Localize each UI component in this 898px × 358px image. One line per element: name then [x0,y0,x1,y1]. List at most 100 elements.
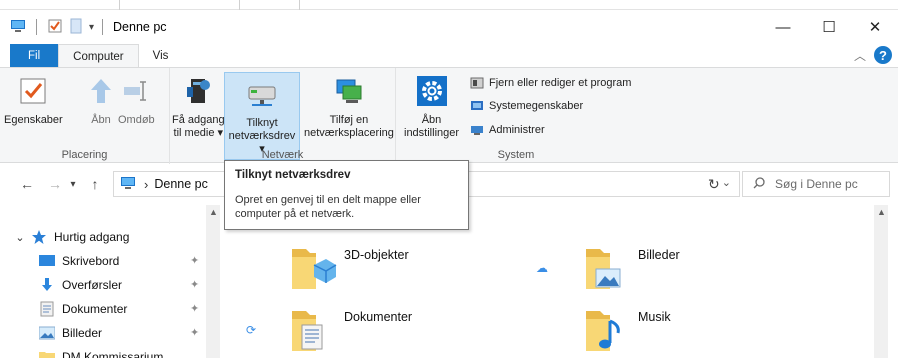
pin-icon[interactable]: ✦ [190,302,199,315]
qat-separator [36,19,37,35]
pictures-icon [38,325,56,341]
open-label: Åbn [91,114,111,126]
breadcrumb-separator-icon[interactable]: › [144,177,148,192]
open-settings-label-1: Åbn [421,114,442,126]
nav-item-pictures[interactable]: Billeder [38,321,102,345]
group-system: Åbn indstillinger Fjern eller rediger et… [396,68,636,164]
rename-button[interactable]: Omdøb [118,74,155,127]
uninstall-program-label: Fjern eller rediger et program [489,77,632,89]
collapse-ribbon-icon[interactable]: ︿ [854,47,866,64]
pin-icon[interactable]: ✦ [190,254,199,267]
folder-3d-objects-icon [286,245,338,291]
back-arrow-icon[interactable]: ← [16,176,38,192]
search-input[interactable]: Søg i Denne pc [742,171,890,197]
taskbar-strip [0,0,898,10]
scroll-up-icon[interactable]: ▲ [209,207,218,217]
up-arrow-icon[interactable]: ↑ [84,176,106,192]
refresh-icon[interactable]: ↻ [708,176,720,193]
customize-qat-chevron-icon[interactable]: ▾ [89,22,94,33]
expand-chevron-icon[interactable]: ⌄ [10,231,30,244]
manage-computer-icon [470,123,484,137]
open-button[interactable]: Åbn [84,74,118,127]
folder-documents-icon [286,307,338,353]
scroll-up-icon[interactable]: ▲ [877,207,886,217]
nav-item-downloads[interactable]: Overførsler [38,273,122,297]
cloud-status-icon: ☁ [536,261,548,275]
settings-gear-icon [415,74,449,108]
file-explorer-window: ▾ Denne pc — ☐ ✕ Fil Computer Vis ︿ ? Eg… [0,0,898,358]
tab-view[interactable]: Vis [139,44,183,68]
strip-segment [120,0,240,10]
qat-separator [102,19,104,35]
add-location-label-2: netværksplacering [304,127,394,139]
ribbon: Egenskaber Åbn Omdøb Placering Få adgang… [0,67,898,164]
close-button[interactable]: ✕ [852,10,898,44]
manage-button[interactable]: Administrer [470,123,545,137]
title-bar: ▾ Denne pc — ☐ ✕ [0,10,898,44]
nav-label: Hurtig adgang [54,230,130,244]
media-server-icon [181,74,215,108]
quick-access-toolbar: ▾ Denne pc [0,18,167,37]
minimize-button[interactable]: — [760,10,806,44]
folder-music[interactable]: Musik [580,307,671,353]
nav-label: DM Kommissarium [62,350,164,358]
desktop-icon [38,253,56,269]
network-drive-icon [245,77,279,111]
sync-status-icon: ⟳ [246,323,257,337]
pin-icon[interactable]: ✦ [190,278,199,291]
nav-label: Billeder [62,326,103,340]
group-location: Egenskaber Åbn Omdøb Placering [0,68,170,164]
folder-name: Musik [638,310,671,324]
folder-3d-objects[interactable]: 3D-objekter [286,245,409,291]
uninstall-program-icon [470,76,484,90]
address-pc-icon [120,176,138,193]
ribbon-right-controls: ︿ ? [854,46,892,64]
breadcrumb-current[interactable]: Denne pc [154,177,208,191]
strip-segment [240,0,300,10]
maximize-button[interactable]: ☐ [806,10,852,44]
open-settings-label-2: indstillinger [404,127,460,139]
nav-label: Dokumenter [62,302,128,316]
pin-icon[interactable]: ✦ [190,326,199,339]
folder-pictures[interactable]: Billeder [580,245,680,291]
map-drive-label-1: Tilknyt [246,117,278,129]
pc-icon[interactable] [10,18,28,37]
add-network-location-button[interactable]: Tilføj en netværksplacering [304,74,394,140]
folder-name: 3D-objekter [344,248,409,262]
access-media-label-2: til medie ▾ [173,127,224,139]
open-arrow-icon [84,74,118,108]
access-media-button[interactable]: Få adgang til medie ▾ [172,74,225,140]
group-label-location: Placering [61,149,108,161]
navigation-pane: ⌄ Hurtig adgang Skrivebord ✦ Overførsler… [0,205,220,358]
properties-qat-icon[interactable] [47,18,63,37]
nav-scrollbar[interactable]: ▲ [206,205,220,358]
download-arrow-icon [38,277,56,293]
new-folder-qat-icon[interactable] [69,18,83,37]
forward-arrow-icon[interactable]: → [44,176,66,192]
window-controls: — ☐ ✕ [760,10,898,44]
open-settings-button[interactable]: Åbn indstillinger [404,74,459,140]
rename-label: Omdøb [118,114,155,126]
tab-computer[interactable]: Computer [58,44,139,68]
nav-item-desktop[interactable]: Skrivebord [38,249,119,273]
map-network-drive-button[interactable]: Tilknyt netværksdrev ▾ [224,72,300,160]
nav-item-documents[interactable]: Dokumenter [38,297,127,321]
tooltip-body: Opret en genvej til en delt mappe eller … [235,194,421,220]
nav-item-dm-kommissarium[interactable]: DM Kommissarium [38,345,163,358]
nav-item-quick-access[interactable]: ⌄ Hurtig adgang [0,225,129,249]
uninstall-program-button[interactable]: Fjern eller rediger et program [470,76,631,90]
address-dropdown-icon[interactable]: ⌄ [722,176,731,189]
properties-button[interactable]: Egenskaber [4,74,63,127]
folder-pictures-icon [580,245,632,291]
help-icon[interactable]: ? [874,46,892,64]
system-properties-button[interactable]: Systemegenskaber [470,99,583,113]
network-location-icon [332,74,366,108]
folder-name: Dokumenter [344,310,413,324]
nav-label: Overførsler [62,278,122,292]
folder-documents[interactable]: Dokumenter [286,307,412,353]
access-media-label-1: Få adgang [172,114,225,126]
nav-label: Skrivebord [62,254,120,268]
recent-locations-chevron-icon[interactable]: ▾ [66,179,80,190]
content-scrollbar[interactable]: ▲ [874,205,888,358]
tab-file[interactable]: Fil [10,44,59,68]
